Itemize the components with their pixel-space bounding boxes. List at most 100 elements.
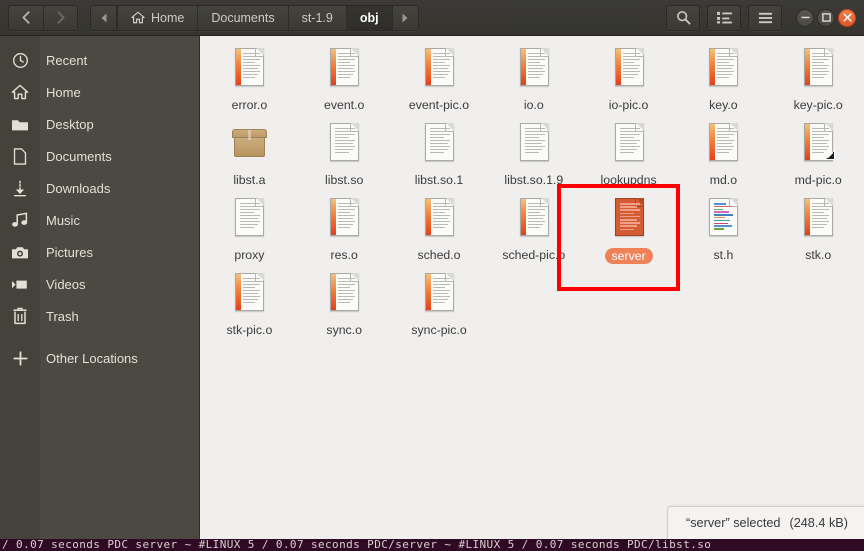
back-button[interactable] bbox=[9, 5, 43, 30]
forward-button[interactable] bbox=[43, 5, 77, 30]
close-button[interactable] bbox=[838, 8, 856, 27]
file-item[interactable]: res.o bbox=[297, 192, 392, 267]
file-item[interactable]: error.o bbox=[202, 42, 297, 117]
object-file-icon bbox=[322, 46, 366, 96]
object-file-icon bbox=[512, 46, 556, 96]
sidebar-item-label: Music bbox=[46, 212, 80, 228]
status-size-text: (248.4 kB) bbox=[789, 516, 848, 530]
file-item[interactable]: md-pic.o bbox=[771, 117, 864, 192]
breadcrumb-label: Documents bbox=[211, 10, 275, 25]
sidebar-item-downloads[interactable]: Downloads bbox=[0, 172, 199, 204]
file-item[interactable]: server bbox=[581, 192, 676, 267]
sidebar-item-desktop[interactable]: Desktop bbox=[0, 108, 199, 140]
plain-file-icon bbox=[417, 121, 461, 171]
file-icon-grid: error.o event.o event-pic.o io.o io-pic.o key… bbox=[200, 36, 864, 342]
symlink-arrow-icon bbox=[823, 148, 836, 161]
breadcrumb-scroll-right[interactable] bbox=[391, 5, 418, 30]
file-item[interactable]: md.o bbox=[676, 117, 771, 192]
breadcrumb-item-home[interactable]: Home bbox=[117, 5, 198, 30]
sidebar-item-other-locations[interactable]: Other Locations bbox=[0, 342, 199, 374]
object-file-icon bbox=[417, 196, 461, 246]
file-name-label: libst.so bbox=[325, 173, 364, 187]
sidebar-divider-gap bbox=[0, 332, 199, 342]
sidebar-item-label: Videos bbox=[46, 276, 86, 292]
view-options-button[interactable] bbox=[707, 4, 741, 31]
file-name-label: lookupdns bbox=[600, 173, 657, 187]
file-name-label: proxy bbox=[234, 248, 265, 262]
file-name-label: stk.o bbox=[805, 248, 832, 262]
download-icon bbox=[0, 180, 40, 197]
file-item[interactable]: event.o bbox=[297, 42, 392, 117]
file-name-label: res.o bbox=[330, 248, 358, 262]
sidebar-item-videos[interactable]: Videos bbox=[0, 268, 199, 300]
home-icon bbox=[0, 84, 40, 100]
file-manager-window: Home Documents st-1.9 obj Recent Home De… bbox=[0, 0, 864, 551]
file-item[interactable]: st.h bbox=[676, 192, 771, 267]
sidebar-item-label: Downloads bbox=[46, 180, 111, 196]
file-item[interactable]: stk.o bbox=[771, 192, 864, 267]
file-item[interactable]: libst.so.1 bbox=[392, 117, 487, 192]
sidebar-item-home[interactable]: Home bbox=[0, 76, 199, 108]
executable-icon bbox=[607, 196, 651, 246]
file-list-view[interactable]: error.o event.o event-pic.o io.o io-pic.o key… bbox=[200, 36, 864, 539]
file-item[interactable]: stk-pic.o bbox=[202, 267, 297, 342]
main-menu-button[interactable] bbox=[748, 4, 782, 31]
sidebar-item-label: Desktop bbox=[46, 116, 94, 132]
window-controls bbox=[796, 8, 856, 27]
file-item[interactable]: sync-pic.o bbox=[392, 267, 487, 342]
object-file-icon bbox=[417, 271, 461, 321]
file-item[interactable]: lookupdns bbox=[581, 117, 676, 192]
file-name-label: server bbox=[604, 248, 653, 264]
object-file-icon bbox=[417, 46, 461, 96]
object-file-icon bbox=[796, 46, 840, 96]
sidebar-item-documents[interactable]: Documents bbox=[0, 140, 199, 172]
breadcrumb-item-st-1-9[interactable]: st-1.9 bbox=[287, 5, 346, 30]
file-item[interactable]: key-pic.o bbox=[771, 42, 864, 117]
file-item[interactable]: libst.so bbox=[297, 117, 392, 192]
music-note-icon bbox=[0, 212, 40, 228]
object-file-icon bbox=[701, 46, 745, 96]
file-item[interactable]: event-pic.o bbox=[392, 42, 487, 117]
sidebar-item-label: Recent bbox=[46, 52, 88, 68]
minimize-button[interactable] bbox=[796, 8, 814, 27]
file-item[interactable]: libst.so.1.9 bbox=[486, 117, 581, 192]
file-item[interactable]: io.o bbox=[486, 42, 581, 117]
search-icon bbox=[676, 10, 691, 25]
maximize-button[interactable] bbox=[817, 8, 835, 27]
breadcrumb-item-documents[interactable]: Documents bbox=[197, 5, 288, 30]
header-right-group bbox=[659, 4, 864, 31]
sidebar-item-trash[interactable]: Trash bbox=[0, 300, 199, 332]
plain-file-icon bbox=[322, 121, 366, 171]
file-name-label: md-pic.o bbox=[794, 173, 842, 187]
file-item[interactable]: sched.o bbox=[392, 192, 487, 267]
sidebar-list: Recent Home Desktop Documents Downloads … bbox=[0, 36, 199, 374]
object-file-icon bbox=[227, 46, 271, 96]
file-item[interactable]: sync.o bbox=[297, 267, 392, 342]
file-item[interactable]: proxy bbox=[202, 192, 297, 267]
document-icon bbox=[0, 147, 40, 165]
sidebar-item-music[interactable]: Music bbox=[0, 204, 199, 236]
file-item[interactable]: io-pic.o bbox=[581, 42, 676, 117]
video-camera-icon bbox=[0, 278, 40, 291]
breadcrumb-scroll-left[interactable] bbox=[91, 5, 117, 30]
search-button[interactable] bbox=[666, 4, 700, 31]
object-file-icon bbox=[796, 121, 840, 171]
file-name-label: sched.o bbox=[417, 248, 461, 262]
trash-icon bbox=[0, 307, 40, 325]
file-item[interactable]: libst.a bbox=[202, 117, 297, 192]
file-name-label: sync-pic.o bbox=[411, 323, 467, 337]
clock-icon bbox=[0, 52, 40, 69]
sidebar-item-label: Documents bbox=[46, 148, 112, 164]
object-file-icon bbox=[512, 196, 556, 246]
file-name-label: io-pic.o bbox=[608, 98, 649, 112]
file-name-label: error.o bbox=[231, 98, 268, 112]
object-file-icon bbox=[701, 121, 745, 171]
object-file-icon bbox=[322, 196, 366, 246]
sidebar-item-recent[interactable]: Recent bbox=[0, 44, 199, 76]
object-file-icon bbox=[796, 196, 840, 246]
file-item[interactable]: sched-pic.o bbox=[486, 192, 581, 267]
breadcrumb-item-obj[interactable]: obj bbox=[345, 5, 392, 30]
object-file-icon bbox=[227, 271, 271, 321]
file-item[interactable]: key.o bbox=[676, 42, 771, 117]
sidebar-item-pictures[interactable]: Pictures bbox=[0, 236, 199, 268]
